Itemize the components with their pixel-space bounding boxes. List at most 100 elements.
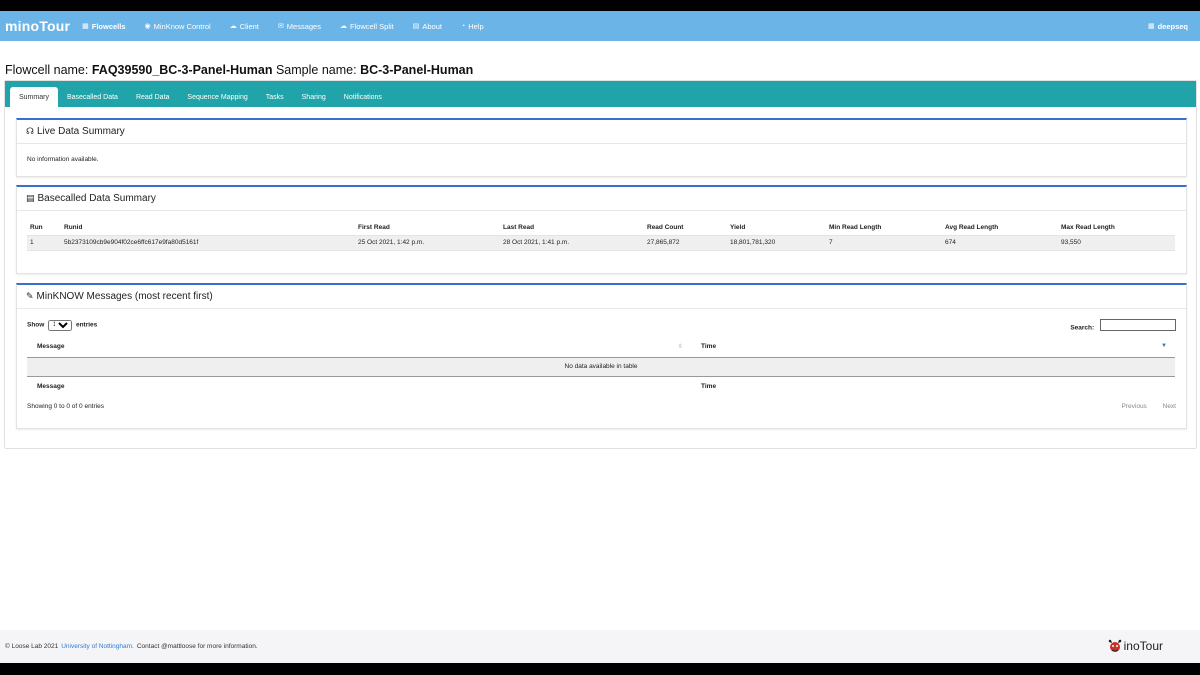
- footer: © Loose Lab 2021 University of Nottingha…: [0, 630, 1200, 663]
- entries-length-control: Show 10 entries: [27, 319, 98, 331]
- sample-label: Sample name:: [275, 63, 357, 77]
- card-title: Basecalled Data Summary: [37, 193, 156, 204]
- table-icon: ▦: [1147, 23, 1155, 30]
- flowcell-label: Flowcell name:: [5, 63, 89, 77]
- gauge-icon: ◔: [460, 22, 466, 30]
- card-title: MinKNOW Messages (most recent first): [36, 291, 213, 302]
- nav-item-label: Messages: [286, 21, 321, 31]
- column-header[interactable]: First Read: [355, 220, 500, 236]
- column-header[interactable]: Max Read Length: [1058, 220, 1175, 236]
- card-header: ▤ Basecalled Data Summary: [17, 187, 1186, 211]
- column-header[interactable]: Avg Read Length: [942, 220, 1058, 236]
- column-header[interactable]: Run: [27, 220, 61, 236]
- entries-info: Showing 0 to 0 of 0 entries: [27, 403, 104, 410]
- nav-item-label: Client: [239, 21, 259, 31]
- university-link[interactable]: University of Nottingham.: [61, 643, 134, 650]
- tab-basecalled-data[interactable]: Basecalled Data: [58, 87, 127, 107]
- search-control: Search:: [1070, 318, 1176, 332]
- table-cell: 5b2373109cb9e904f02ce6ffc617e9fa80d5161f: [61, 235, 355, 251]
- tab-sharing[interactable]: Sharing: [293, 87, 335, 107]
- table-icon: ▦: [82, 23, 89, 30]
- basecalled-table: Run Runid First Read Last Read Read Coun…: [27, 220, 1175, 251]
- tab-read-data[interactable]: Read Data: [127, 87, 178, 107]
- comments-icon: ✎: [26, 291, 34, 301]
- table-controls: Show 10 entries Search:: [27, 318, 1176, 332]
- pagination: Previous Next: [1108, 403, 1176, 410]
- table-cell: 7: [826, 235, 942, 251]
- table-footer-controls: Showing 0 to 0 of 0 entries Previous Nex…: [27, 403, 1176, 410]
- column-header[interactable]: Runid: [61, 220, 355, 236]
- table-row: No data available in table: [27, 357, 1175, 376]
- minotour-logo: inoTour: [1107, 638, 1163, 654]
- table-cell: 25 Oct 2021, 1:42 p.m.: [355, 235, 500, 251]
- sort-icon: ⇳: [677, 344, 683, 350]
- tab-panel: Summary Basecalled Data Read Data Sequen…: [4, 80, 1197, 449]
- table-cell: 674: [942, 235, 1058, 251]
- column-header[interactable]: Read Count: [644, 220, 727, 236]
- sample-name: BC-3-Panel-Human: [360, 63, 474, 77]
- nav-item-about[interactable]: ▤ About: [413, 22, 442, 31]
- footer-header-message: Message: [27, 375, 691, 396]
- nav-item-label: About: [422, 21, 442, 31]
- messages-table: Message ⇳ Time ▼ No data available in ta…: [27, 337, 1175, 396]
- table-cell: 28 Oct 2021, 1:41 p.m.: [500, 235, 644, 251]
- table-cell: 1: [27, 235, 61, 251]
- copyright-text: © Loose Lab 2021: [5, 643, 59, 650]
- column-header[interactable]: Min Read Length: [826, 220, 942, 236]
- search-label: Search:: [1070, 324, 1095, 332]
- card-body: Run Runid First Read Last Read Read Coun…: [17, 211, 1186, 259]
- next-button[interactable]: Next: [1163, 403, 1176, 410]
- live-data-summary-card: ☊ Live Data Summary No information avail…: [16, 118, 1187, 177]
- column-header-time[interactable]: Time ▼: [691, 337, 1175, 358]
- tab-tasks[interactable]: Tasks: [257, 87, 293, 107]
- table-cell: 27,865,872: [644, 235, 727, 251]
- minotaur-icon: [1108, 639, 1121, 652]
- envelope-icon: ✉: [277, 23, 284, 30]
- entries-select[interactable]: 10: [48, 319, 73, 331]
- nav-item-label: Flowcells: [91, 21, 126, 31]
- empty-table-message: No data available in table: [27, 357, 1175, 376]
- column-header[interactable]: Yield: [727, 220, 826, 236]
- user-menu[interactable]: ▦ deepseq: [1148, 22, 1188, 31]
- headset-icon: ☊: [26, 126, 34, 136]
- table-cell: 93,550: [1058, 235, 1175, 251]
- column-header-label: Time: [701, 343, 717, 351]
- tab-bar: Summary Basecalled Data Read Data Sequen…: [5, 81, 1196, 107]
- card-body: No information available.: [17, 144, 1186, 171]
- entries-label: entries: [75, 321, 98, 328]
- card-header: ☊ Live Data Summary: [17, 120, 1186, 144]
- card-body: Show 10 entries Search: Message ⇳ Time ▼…: [17, 309, 1186, 418]
- nav-item-label: Help: [468, 21, 484, 31]
- cloud-icon: ☁: [339, 23, 347, 30]
- search-input[interactable]: [1100, 318, 1176, 331]
- table-header-row: Run Runid First Read Last Read Read Coun…: [27, 220, 1175, 236]
- tab-summary[interactable]: Summary: [10, 87, 58, 107]
- table-row[interactable]: 1 5b2373109cb9e904f02ce6ffc617e9fa80d516…: [27, 235, 1175, 251]
- column-header-message[interactable]: Message ⇳: [27, 337, 691, 358]
- nav-item-flowcell-split[interactable]: ☁ Flowcell Split: [340, 22, 394, 31]
- nav-item-flowcells[interactable]: ▦ Flowcells: [82, 22, 125, 31]
- table-header-row: Message ⇳ Time ▼: [27, 337, 1175, 358]
- nav-item-help[interactable]: ◔ Help: [461, 22, 484, 31]
- nav-item-client[interactable]: ☁ Client: [230, 22, 259, 31]
- logo-text: inoTour: [1123, 639, 1163, 653]
- nav-item-label: Flowcell Split: [349, 21, 394, 31]
- column-header-label: Message: [37, 343, 65, 351]
- table-icon: ▤: [26, 193, 35, 203]
- column-header[interactable]: Last Read: [500, 220, 644, 236]
- nav-item-messages[interactable]: ✉ Messages: [278, 22, 321, 31]
- tab-notifications[interactable]: Notifications: [335, 87, 391, 107]
- card-header: ✎ MinKNOW Messages (most recent first): [17, 285, 1186, 309]
- user-name: deepseq: [1157, 21, 1188, 31]
- nav-item-minknow-control[interactable]: ◉ MinKnow Control: [145, 22, 211, 31]
- previous-button[interactable]: Previous: [1122, 403, 1147, 410]
- nav-item-label: MinKnow Control: [153, 21, 211, 31]
- card-title: Live Data Summary: [37, 126, 125, 137]
- contact-text: Contact @mattloose for more information.: [136, 643, 258, 650]
- brand-logo[interactable]: minoTour: [5, 18, 70, 34]
- minknow-messages-card: ✎ MinKNOW Messages (most recent first) S…: [16, 283, 1187, 429]
- top-navbar: minoTour ▦ Flowcells ◉ MinKnow Control ☁…: [0, 11, 1200, 41]
- eye-icon: ◉: [144, 23, 151, 30]
- no-info-message: No information available.: [27, 156, 99, 163]
- tab-sequence-mapping[interactable]: Sequence Mapping: [178, 87, 256, 107]
